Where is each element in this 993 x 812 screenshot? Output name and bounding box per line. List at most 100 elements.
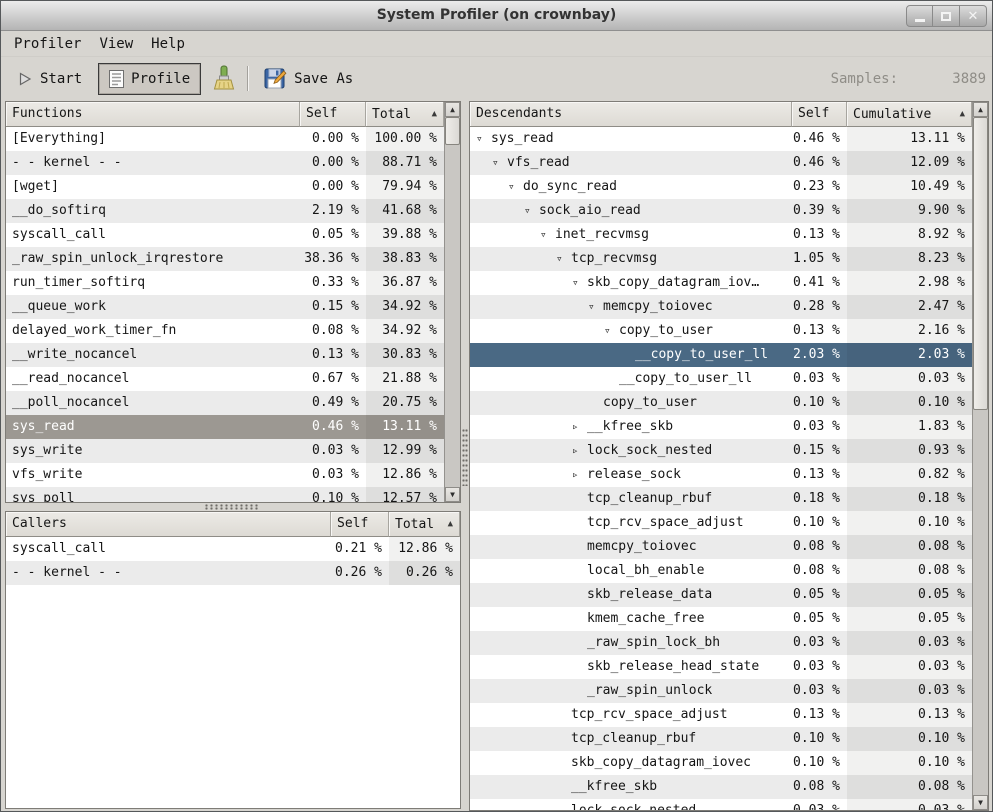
expander-open-icon[interactable]: ▿ bbox=[556, 247, 571, 271]
tree-name-cell: tcp_cleanup_rbuf bbox=[470, 727, 792, 751]
table-row[interactable]: _raw_spin_unlock_irqrestore38.36 %38.83 … bbox=[6, 247, 444, 271]
tree-row[interactable]: __copy_to_user_ll2.03 %2.03 % bbox=[470, 343, 972, 367]
table-row[interactable]: sys_write0.03 %12.99 % bbox=[6, 439, 444, 463]
tree-row[interactable]: ▹__kfree_skb0.03 %1.83 % bbox=[470, 415, 972, 439]
tree-name-cell: memcpy_toiovec bbox=[470, 535, 792, 559]
function-name: inet_recvmsg bbox=[555, 227, 649, 242]
table-row[interactable]: run_timer_softirq0.33 %36.87 % bbox=[6, 271, 444, 295]
tree-row[interactable]: __kfree_skb0.08 %0.08 % bbox=[470, 775, 972, 799]
tree-row[interactable]: local_bh_enable0.08 %0.08 % bbox=[470, 559, 972, 583]
table-row[interactable]: syscall_call0.21 %12.86 % bbox=[6, 537, 460, 561]
expander-open-icon[interactable]: ▿ bbox=[540, 223, 555, 247]
table-row[interactable]: sys_read0.46 %13.11 % bbox=[6, 415, 444, 439]
tree-row[interactable]: _raw_spin_unlock0.03 %0.03 % bbox=[470, 679, 972, 703]
reset-button[interactable] bbox=[207, 60, 241, 97]
tree-row[interactable]: ▿tcp_recvmsg1.05 %8.23 % bbox=[470, 247, 972, 271]
table-row[interactable]: __poll_nocancel0.49 %20.75 % bbox=[6, 391, 444, 415]
table-row[interactable]: - - kernel - -0.26 %0.26 % bbox=[6, 561, 460, 585]
functions-column-header[interactable]: Functions bbox=[6, 102, 300, 127]
table-row[interactable]: sys_poll0.10 %12.57 % bbox=[6, 487, 444, 502]
tree-row[interactable]: tcp_rcv_space_adjust0.13 %0.13 % bbox=[470, 703, 972, 727]
expander-closed-icon[interactable]: ▹ bbox=[572, 463, 587, 487]
table-row[interactable]: __queue_work0.15 %34.92 % bbox=[6, 295, 444, 319]
close-button[interactable]: ✕ bbox=[960, 5, 987, 27]
table-row[interactable]: __read_nocancel0.67 %21.88 % bbox=[6, 367, 444, 391]
tree-name-cell: ▿sock_aio_read bbox=[470, 199, 792, 223]
descendants-scrollbar-thumb[interactable] bbox=[973, 117, 988, 410]
tree-row[interactable]: skb_copy_datagram_iovec0.10 %0.10 % bbox=[470, 751, 972, 775]
table-row[interactable]: __write_nocancel0.13 %30.83 % bbox=[6, 343, 444, 367]
tree-row[interactable]: tcp_rcv_space_adjust0.10 %0.10 % bbox=[470, 511, 972, 535]
tree-row[interactable]: ▿skb_copy_datagram_iov…0.41 %2.98 % bbox=[470, 271, 972, 295]
self-column-header[interactable]: Self bbox=[300, 102, 366, 127]
table-row[interactable]: - - kernel - -0.00 %88.71 % bbox=[6, 151, 444, 175]
expander-open-icon[interactable]: ▿ bbox=[524, 199, 539, 223]
tree-row[interactable]: ▿do_sync_read0.23 %10.49 % bbox=[470, 175, 972, 199]
menu-view[interactable]: View bbox=[90, 34, 142, 54]
tree-row[interactable]: copy_to_user0.10 %0.10 % bbox=[470, 391, 972, 415]
table-row[interactable]: delayed_work_timer_fn0.08 %34.92 % bbox=[6, 319, 444, 343]
scroll-down-icon[interactable]: ▼ bbox=[445, 487, 460, 502]
tree-row[interactable]: tcp_cleanup_rbuf0.18 %0.18 % bbox=[470, 487, 972, 511]
save-as-button[interactable]: Save As bbox=[258, 62, 359, 95]
tree-row[interactable]: skb_release_head_state0.03 %0.03 % bbox=[470, 655, 972, 679]
expander-open-icon[interactable]: ▿ bbox=[492, 151, 507, 175]
tree-row[interactable]: memcpy_toiovec0.08 %0.08 % bbox=[470, 535, 972, 559]
tree-name-cell: __kfree_skb bbox=[470, 775, 792, 799]
functions-scrollbar-thumb[interactable] bbox=[445, 117, 460, 145]
tree-row[interactable]: ▿memcpy_toiovec0.28 %2.47 % bbox=[470, 295, 972, 319]
tree-row[interactable]: tcp_cleanup_rbuf0.10 %0.10 % bbox=[470, 727, 972, 751]
descendants-column-header[interactable]: Descendants bbox=[470, 102, 792, 127]
callers-column-header[interactable]: Callers bbox=[6, 512, 331, 537]
total-column-header[interactable]: Total ▲ bbox=[366, 102, 444, 127]
title-bar[interactable]: System Profiler (on crownbay) ✕ bbox=[1, 1, 992, 31]
tree-row[interactable]: _raw_spin_lock_bh0.03 %0.03 % bbox=[470, 631, 972, 655]
scroll-up-icon[interactable]: ▲ bbox=[973, 102, 988, 117]
maximize-button[interactable] bbox=[933, 5, 960, 27]
table-row[interactable]: syscall_call0.05 %39.88 % bbox=[6, 223, 444, 247]
horizontal-splitter-handle[interactable] bbox=[204, 504, 258, 510]
tree-row[interactable]: lock_sock_nested0.03 %0.03 % bbox=[470, 799, 972, 810]
cumulative-column-header[interactable]: Cumulative ▲ bbox=[847, 102, 972, 127]
scroll-up-icon[interactable]: ▲ bbox=[445, 102, 460, 117]
samples-indicator: Samples: 3889 bbox=[831, 71, 992, 87]
toolbar: Start Profile bbox=[1, 58, 992, 99]
table-row[interactable]: [Everything]0.00 %100.00 % bbox=[6, 127, 444, 151]
table-row[interactable]: __do_softirq2.19 %41.68 % bbox=[6, 199, 444, 223]
expander-closed-icon[interactable]: ▹ bbox=[572, 439, 587, 463]
total-column-header[interactable]: Total ▲ bbox=[389, 512, 460, 537]
tree-row[interactable]: ▿sys_read0.46 %13.11 % bbox=[470, 127, 972, 151]
vertical-splitter-handle[interactable] bbox=[462, 428, 468, 486]
profile-toggle-button[interactable]: Profile bbox=[98, 63, 201, 95]
tree-row[interactable]: __copy_to_user_ll0.03 %0.03 % bbox=[470, 367, 972, 391]
table-row[interactable]: vfs_write0.03 %12.86 % bbox=[6, 463, 444, 487]
tree-row[interactable]: ▹lock_sock_nested0.15 %0.93 % bbox=[470, 439, 972, 463]
menu-profiler[interactable]: Profiler bbox=[5, 34, 90, 54]
menu-help[interactable]: Help bbox=[142, 34, 194, 54]
tree-row[interactable]: ▿copy_to_user0.13 %2.16 % bbox=[470, 319, 972, 343]
sort-ascending-icon: ▲ bbox=[432, 103, 437, 126]
expander-open-icon[interactable]: ▿ bbox=[476, 127, 491, 151]
scroll-down-icon[interactable]: ▼ bbox=[973, 795, 988, 810]
self-column-header[interactable]: Self bbox=[792, 102, 847, 127]
expander-closed-icon[interactable]: ▹ bbox=[572, 415, 587, 439]
expander-open-icon[interactable]: ▿ bbox=[588, 295, 603, 319]
tree-row[interactable]: skb_release_data0.05 %0.05 % bbox=[470, 583, 972, 607]
descendants-scrollbar[interactable]: ▲ ▼ bbox=[972, 102, 988, 810]
tree-name-cell: _raw_spin_lock_bh bbox=[470, 631, 792, 655]
functions-scrollbar[interactable]: ▲ ▼ bbox=[444, 102, 460, 502]
tree-row[interactable]: kmem_cache_free0.05 %0.05 % bbox=[470, 607, 972, 631]
table-row[interactable]: [wget]0.00 %79.94 % bbox=[6, 175, 444, 199]
tree-row[interactable]: ▿vfs_read0.46 %12.09 % bbox=[470, 151, 972, 175]
minimize-button[interactable] bbox=[906, 5, 933, 27]
tree-row[interactable]: ▿inet_recvmsg0.13 %8.92 % bbox=[470, 223, 972, 247]
self-column-header[interactable]: Self bbox=[331, 512, 389, 537]
expander-open-icon[interactable]: ▿ bbox=[604, 319, 619, 343]
expander-open-icon[interactable]: ▿ bbox=[572, 271, 587, 295]
tree-row[interactable]: ▿sock_aio_read0.39 %9.90 % bbox=[470, 199, 972, 223]
start-button[interactable]: Start bbox=[11, 66, 88, 92]
expander-open-icon[interactable]: ▿ bbox=[508, 175, 523, 199]
self-percent: 0.10 % bbox=[300, 487, 366, 502]
menu-bar: Profiler View Help bbox=[1, 32, 992, 57]
tree-row[interactable]: ▹release_sock0.13 %0.82 % bbox=[470, 463, 972, 487]
